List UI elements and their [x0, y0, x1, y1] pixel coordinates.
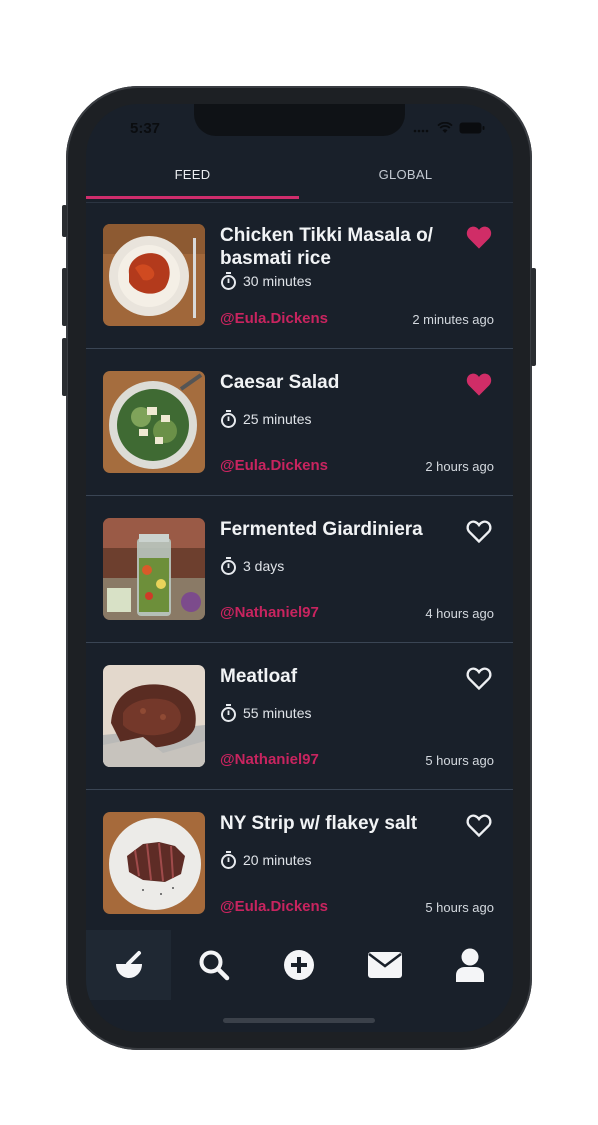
recipe-duration: 25 minutes [220, 410, 311, 428]
volume-up-button [62, 268, 67, 326]
notch [194, 104, 405, 136]
tab-global[interactable]: GLOBAL [299, 160, 512, 200]
wifi-icon [437, 122, 453, 133]
recipe-duration: 30 minutes [220, 272, 311, 290]
heart-outline-icon[interactable] [465, 665, 493, 691]
recipe-feed: Chicken Tikki Masala o/ basmati rice 30 … [86, 202, 513, 936]
signal-icon [413, 129, 429, 133]
stopwatch-icon [221, 704, 236, 722]
author-link[interactable]: @Nathaniel97 [220, 751, 319, 768]
duration-text: 30 minutes [243, 273, 312, 289]
battery-icon [459, 122, 485, 134]
recipe-title[interactable]: Fermented Giardiniera [220, 518, 450, 541]
envelope-icon [367, 952, 402, 978]
tab-indicator [86, 196, 299, 199]
bottom-nav [86, 930, 513, 1000]
duration-text: 55 minutes [243, 705, 312, 721]
recipe-duration: 3 days [220, 557, 284, 575]
heart-outline-icon[interactable] [465, 812, 493, 838]
post-time: 2 minutes ago [412, 312, 494, 327]
recipe-thumbnail[interactable] [103, 518, 205, 620]
duration-text: 20 minutes [243, 852, 312, 868]
author-link[interactable]: @Eula.Dickens [220, 310, 328, 327]
heart-filled-icon[interactable] [465, 371, 493, 397]
recipe-card[interactable]: Caesar Salad 25 minutes @Eula.Dickens 2 … [86, 349, 513, 496]
search-icon [199, 950, 230, 981]
author-link[interactable]: @Eula.Dickens [220, 898, 328, 915]
recipe-title[interactable]: Caesar Salad [220, 371, 450, 394]
post-time: 4 hours ago [425, 606, 494, 621]
mortar-pestle-icon [115, 951, 142, 978]
volume-down-button [62, 338, 67, 396]
home-indicator [223, 1018, 375, 1023]
post-time: 2 hours ago [425, 459, 494, 474]
nav-home[interactable] [86, 930, 172, 1000]
recipe-title[interactable]: Chicken Tikki Masala o/ basmati rice [220, 224, 450, 270]
duration-text: 25 minutes [243, 411, 312, 427]
recipe-card[interactable]: Meatloaf 55 minutes @Nathaniel97 5 hours… [86, 643, 513, 790]
recipe-thumbnail[interactable] [103, 371, 205, 473]
recipe-card[interactable]: Fermented Giardiniera 3 days @Nathaniel9… [86, 496, 513, 643]
recipe-card[interactable]: NY Strip w/ flakey salt 20 minutes @Eula… [86, 790, 513, 936]
recipe-duration: 20 minutes [220, 851, 311, 869]
status-icons [413, 122, 485, 134]
recipe-thumbnail[interactable] [103, 665, 205, 767]
recipe-duration: 55 minutes [220, 704, 311, 722]
nav-add[interactable] [257, 930, 342, 1000]
recipe-title[interactable]: NY Strip w/ flakey salt [220, 812, 450, 835]
recipe-card[interactable]: Chicken Tikki Masala o/ basmati rice 30 … [86, 202, 513, 349]
stopwatch-icon [221, 410, 236, 428]
silent-switch [62, 205, 67, 237]
recipe-title[interactable]: Meatloaf [220, 665, 450, 688]
nav-messages[interactable] [342, 930, 427, 1000]
plus-circle-icon [284, 950, 315, 980]
user-icon [456, 948, 485, 982]
post-time: 5 hours ago [425, 753, 494, 768]
stopwatch-icon [221, 557, 236, 575]
author-link[interactable]: @Nathaniel97 [220, 604, 319, 621]
power-button [531, 268, 536, 366]
recipe-thumbnail[interactable] [103, 812, 205, 914]
heart-filled-icon[interactable] [465, 224, 493, 250]
author-link[interactable]: @Eula.Dickens [220, 457, 328, 474]
status-time: 5:37 [130, 120, 161, 137]
nav-search[interactable] [171, 930, 256, 1000]
stopwatch-icon [221, 272, 236, 290]
stopwatch-icon [221, 851, 236, 869]
tab-feed[interactable]: FEED [86, 160, 299, 200]
app-screen: 5:37 FEED GLOBAL Chicken Tikki Masala o/… [86, 104, 513, 1032]
nav-profile[interactable] [428, 930, 513, 1000]
recipe-thumbnail[interactable] [103, 224, 205, 326]
post-time: 5 hours ago [425, 900, 494, 915]
duration-text: 3 days [243, 558, 285, 574]
heart-outline-icon[interactable] [465, 518, 493, 544]
